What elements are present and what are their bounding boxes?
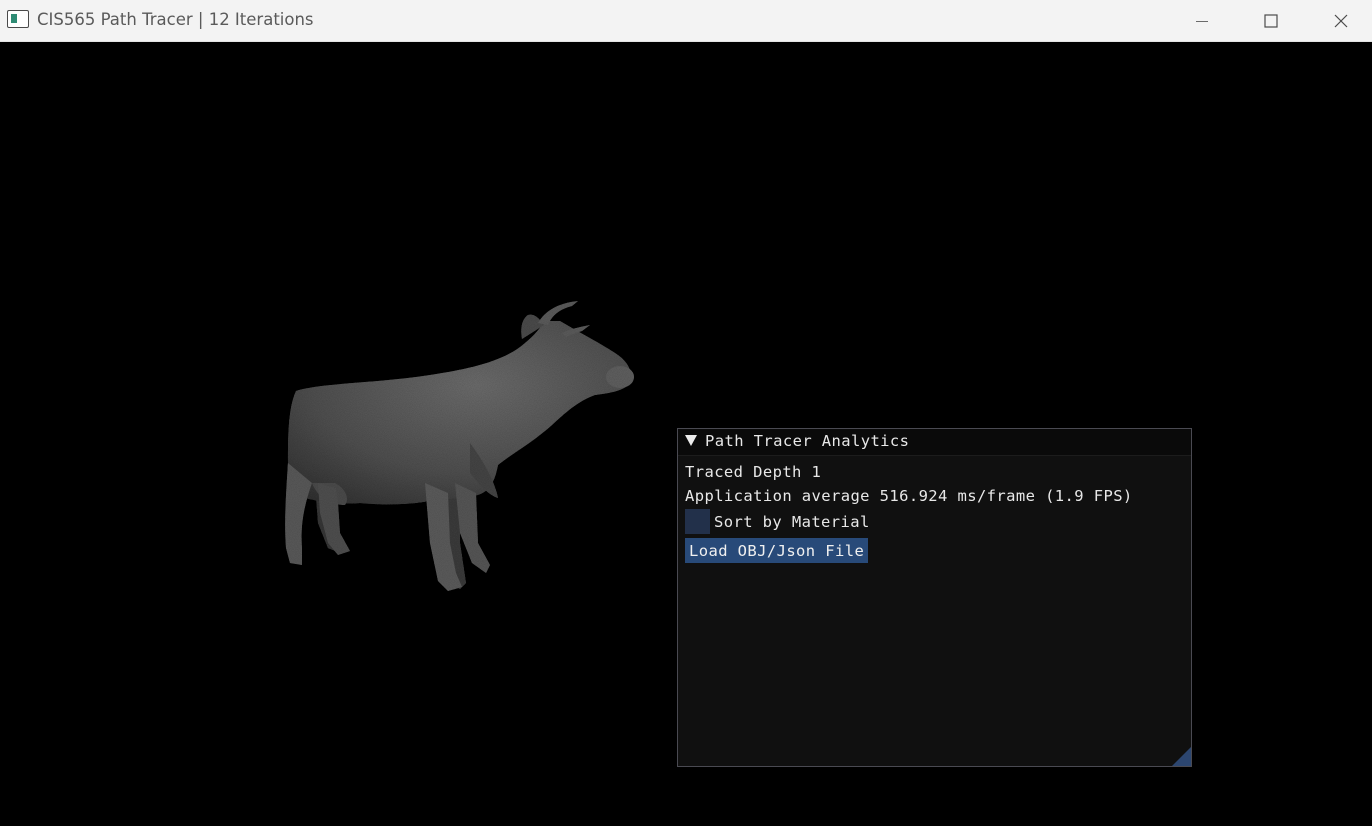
- analytics-panel-titlebar[interactable]: Path Tracer Analytics: [678, 429, 1191, 456]
- app-window-icon: [7, 10, 29, 28]
- frame-average-text: Application average 516.924 ms/frame (1.…: [685, 487, 1133, 505]
- analytics-panel-title: Path Tracer Analytics: [705, 432, 910, 450]
- window-titlebar[interactable]: CIS565 Path Tracer | 12 Iterations: [0, 0, 1372, 42]
- minimize-icon: [1196, 20, 1208, 22]
- triangle-down-icon[interactable]: [685, 435, 697, 446]
- analytics-panel[interactable]: Path Tracer Analytics Traced Depth 1 App…: [677, 428, 1192, 767]
- minimize-button[interactable]: [1168, 0, 1236, 41]
- resize-grip[interactable]: [1172, 747, 1191, 766]
- sort-by-material-label[interactable]: Sort by Material: [714, 513, 870, 531]
- close-icon: [1334, 14, 1348, 27]
- sort-by-material-checkbox[interactable]: [685, 509, 710, 534]
- window-title: CIS565 Path Tracer | 12 Iterations: [37, 10, 314, 29]
- cow-silhouette: [285, 301, 634, 591]
- load-obj-json-button[interactable]: Load OBJ/Json File: [685, 538, 869, 563]
- maximize-button[interactable]: [1237, 0, 1305, 41]
- app-window: CIS565 Path Tracer | 12 Iterations Path …: [0, 0, 1372, 826]
- maximize-icon: [1264, 13, 1278, 28]
- traced-depth-text: Traced Depth 1: [685, 463, 822, 481]
- sort-by-material-row[interactable]: Sort by Material: [685, 509, 870, 534]
- close-button[interactable]: [1307, 0, 1372, 41]
